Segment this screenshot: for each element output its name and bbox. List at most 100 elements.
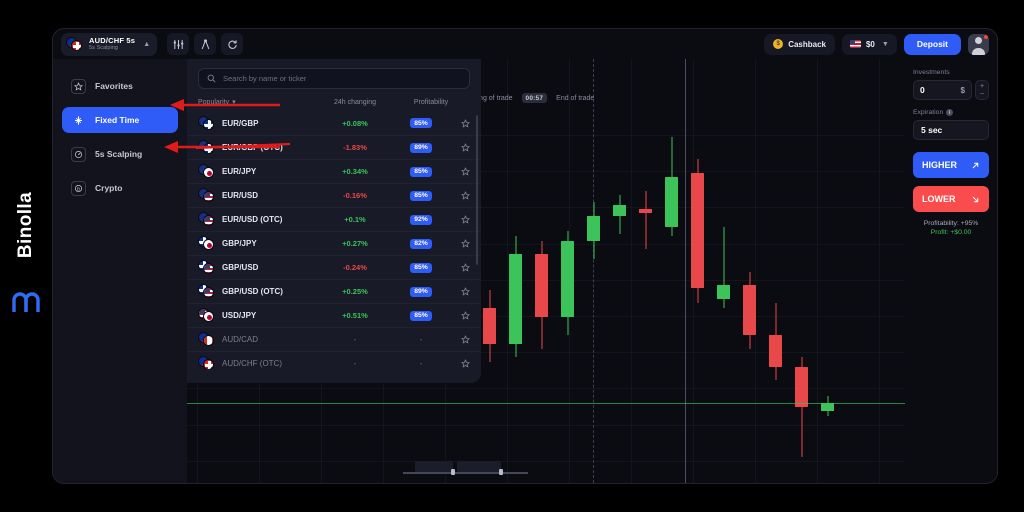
search-input[interactable]: [223, 74, 461, 83]
change-24h: +0.34%: [342, 167, 368, 176]
expiration-field[interactable]: 5 sec: [913, 120, 989, 140]
asset-row[interactable]: EUR/USD -0.16% 85%: [187, 183, 481, 207]
usd-flag-icon: [849, 40, 861, 48]
favorite-star-icon[interactable]: [450, 311, 470, 320]
sidebar-item-label: Favorites: [95, 81, 133, 91]
favorite-star-icon[interactable]: [450, 167, 470, 176]
scroll-track[interactable]: [403, 472, 528, 474]
profitability-badge: 82%: [410, 238, 432, 249]
candle: [561, 230, 574, 335]
change-24h: -0.16%: [343, 191, 367, 200]
candle: [483, 290, 496, 362]
lower-button[interactable]: LOWER: [913, 186, 989, 212]
deposit-button[interactable]: Deposit: [903, 33, 961, 55]
favorite-star-icon[interactable]: [450, 143, 470, 152]
asset-row[interactable]: USD/JPY +0.51% 85%: [187, 303, 481, 327]
asset-row[interactable]: AUD/CAD - -: [187, 327, 481, 351]
favorite-star-icon[interactable]: [450, 335, 470, 344]
profitability-cell: 89%: [392, 286, 450, 297]
column-popularity[interactable]: Popularity ▾: [198, 98, 318, 107]
profitability-cell: 85%: [392, 262, 450, 273]
investment-amount-field[interactable]: $: [913, 80, 972, 100]
sidebar-item-favorites[interactable]: Favorites: [62, 73, 178, 99]
trading-app-window: Beginning of trade 00:57 End of trade 0.…: [52, 28, 998, 484]
profitability-value: -: [419, 335, 423, 344]
sidebar-item-fixed-time[interactable]: Fixed Time: [62, 107, 178, 133]
asset-row[interactable]: EUR/USD (OTC) +0.1% 92%: [187, 207, 481, 231]
asset-name: GBP/JPY: [198, 236, 318, 251]
asset-flag-pair-icon: [198, 332, 215, 347]
asset-row[interactable]: GBP/USD (OTC) +0.25% 89%: [187, 279, 481, 303]
info-icon[interactable]: i: [946, 109, 954, 116]
cashback-coin-icon: $: [773, 39, 784, 49]
asset-row[interactable]: EUR/GBP +0.08% 85%: [187, 111, 481, 135]
candle: [613, 194, 626, 235]
scroll-handle-right[interactable]: [499, 469, 503, 475]
asset-flag-pair-icon: [198, 115, 215, 131]
higher-button[interactable]: HIGHER: [913, 152, 989, 178]
drawing-tools-icon[interactable]: [194, 33, 217, 55]
favorite-star-icon[interactable]: [450, 191, 470, 200]
cashback-button[interactable]: $ Cashback: [764, 33, 835, 55]
asset-row[interactable]: AUD/CHF (OTC) - -: [187, 351, 481, 369]
sidebar-item-crypto[interactable]: B Crypto: [62, 175, 178, 201]
asset-search-box[interactable]: [198, 68, 470, 89]
chart-range-scrollbar[interactable]: [403, 461, 528, 477]
current-time-line: [685, 59, 686, 483]
asset-rows[interactable]: EUR/GBP +0.08% 85% EUR/GBP (OTC) -1.83% 89% EU…: [187, 111, 481, 369]
cashback-label: Cashback: [788, 39, 826, 49]
asset-flag-pair-icon: [198, 236, 215, 251]
chart-type-icon[interactable]: [221, 33, 244, 55]
scroll-handle-left[interactable]: [451, 469, 455, 475]
user-avatar[interactable]: [968, 33, 989, 55]
candle: [509, 236, 522, 357]
notification-dot: [984, 34, 988, 39]
asset-name: USD/JPY: [198, 308, 318, 323]
favorite-star-icon[interactable]: [450, 239, 470, 248]
balance-amount: $0: [865, 39, 875, 49]
candle: [821, 396, 834, 416]
asset-list-scrollbar[interactable]: [476, 115, 478, 265]
currency-symbol: $: [960, 85, 965, 95]
investments-label: Investments: [913, 69, 950, 76]
asset-row[interactable]: GBP/USD -0.24% 85%: [187, 255, 481, 279]
favorite-star-icon[interactable]: [450, 215, 470, 224]
asset-row[interactable]: GBP/JPY +0.27% 82%: [187, 231, 481, 255]
favorite-star-icon[interactable]: [450, 118, 470, 128]
candle: [665, 137, 678, 236]
sidebar-item-label: Crypto: [95, 183, 123, 193]
profitability-cell: 92%: [392, 214, 450, 225]
payout-info: Profitability: +95% Profit: +$0.00: [913, 220, 989, 236]
change-24h: -1.83%: [343, 143, 367, 152]
trade-controls-panel: Investments $ + − Expiration i 5 sec HIG…: [905, 59, 997, 483]
sidebar-item-5s-scalping[interactable]: 5s Scalping: [62, 141, 178, 167]
candle: [535, 241, 548, 350]
amount-stepper[interactable]: + −: [975, 80, 989, 100]
candle: [691, 158, 704, 303]
arrow-down-right-icon: [972, 196, 979, 202]
indicators-icon[interactable]: [167, 33, 190, 55]
balance-selector[interactable]: $0 ▼: [841, 33, 897, 55]
profit-text: Profit: +$0.00: [930, 229, 972, 236]
favorite-star-icon[interactable]: [450, 287, 470, 296]
scroll-segment: [457, 461, 501, 472]
brand-name: Binolla: [15, 191, 37, 259]
amount-decrease-button[interactable]: −: [980, 91, 984, 98]
favorite-star-icon[interactable]: [450, 263, 470, 272]
candle: [639, 191, 652, 249]
favorite-star-icon[interactable]: [450, 359, 470, 368]
asset-flag-pair-icon: [198, 188, 215, 203]
asset-row[interactable]: EUR/GBP (OTC) -1.83% 89%: [187, 135, 481, 159]
column-24h-changing: 24h changing: [333, 98, 377, 106]
profitability-badge: 89%: [410, 142, 432, 153]
profitability-badge: 85%: [410, 118, 432, 128]
amount-increase-button[interactable]: +: [980, 83, 984, 90]
profitability-badge: 89%: [410, 286, 432, 297]
profitability-text: Profitability: +95%: [923, 220, 979, 227]
asset-selector-chip[interactable]: AUD/CHF 5s 5s Scalping ▲: [61, 32, 158, 56]
change-24h: +0.1%: [344, 215, 366, 224]
asset-chip-title: AUD/CHF 5s: [89, 35, 136, 45]
asset-row[interactable]: EUR/JPY +0.34% 85%: [187, 159, 481, 183]
profitability-cell: 85%: [392, 310, 450, 321]
investment-amount-input[interactable]: [920, 85, 961, 95]
